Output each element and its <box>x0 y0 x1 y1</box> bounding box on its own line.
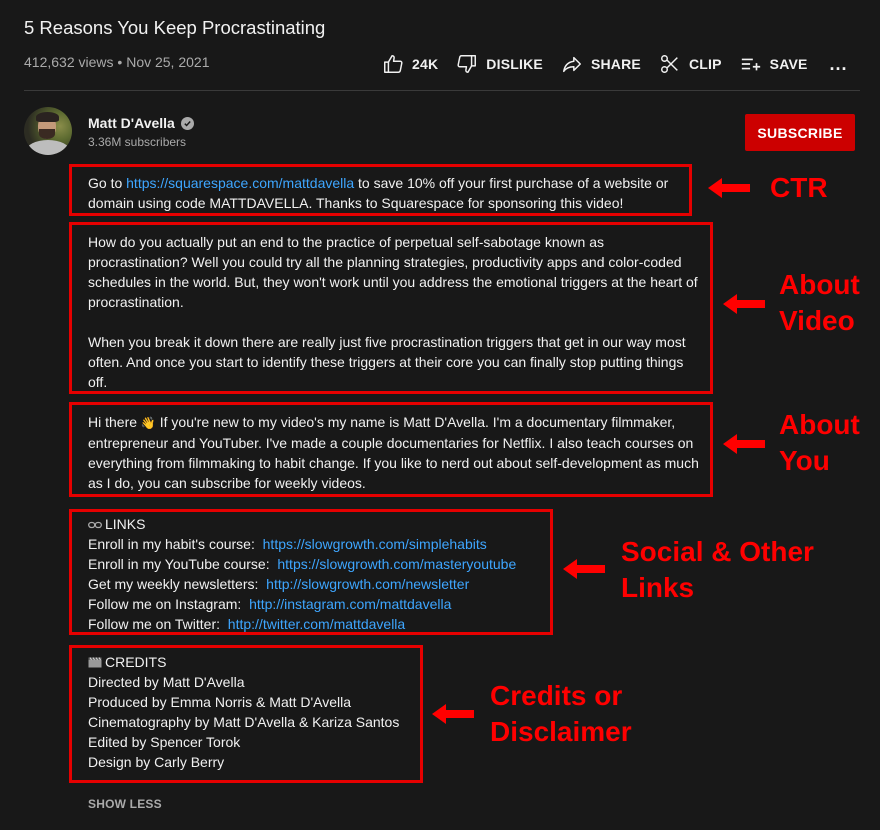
more-actions-button[interactable]: ... <box>830 54 848 75</box>
annotation-line: About <box>779 409 860 440</box>
credit-line: Directed by Matt D'Avella <box>88 674 245 690</box>
ctr-prefix-text: Go to <box>88 175 127 191</box>
show-less-button[interactable]: SHOW LESS <box>88 797 162 811</box>
about-you-text: If you're new to my video's my name is M… <box>88 414 699 491</box>
annotation-arrow-icon <box>708 178 750 198</box>
share-button[interactable]: SHARE <box>561 53 641 75</box>
meta-separator: • <box>117 54 123 70</box>
upload-date: Nov 25, 2021 <box>126 54 210 70</box>
video-meta: 412,632 views • Nov 25, 2021 <box>24 54 210 70</box>
video-title: 5 Reasons You Keep Procrastinating <box>24 17 326 38</box>
dislike-button[interactable]: DISLIKE <box>456 53 543 75</box>
about-video-paragraph-1: How do you actually put an end to the pr… <box>88 234 698 310</box>
annotation-links: Social & Other Links <box>621 534 814 606</box>
clip-button[interactable]: CLIP <box>659 53 722 75</box>
like-button[interactable]: 24K <box>382 53 438 75</box>
annotation-about-video: About Video <box>779 267 860 339</box>
dislike-label: DISLIKE <box>486 56 543 72</box>
channel-avatar[interactable] <box>24 107 72 155</box>
link-url[interactable]: http://instagram.com/mattdavella <box>249 596 451 612</box>
view-count: 412,632 views <box>24 54 114 70</box>
playlist-add-icon <box>741 58 760 71</box>
link-label: Enroll in my YouTube course: <box>88 556 270 572</box>
link-label: Follow me on Twitter: <box>88 616 221 632</box>
links-section: LINKS Enroll in my habit's course: https… <box>69 509 553 635</box>
link-label: Follow me on Instagram: <box>88 596 242 612</box>
subscriber-count: 3.36M subscribers <box>88 135 187 149</box>
subscribe-button[interactable]: SUBSCRIBE <box>745 114 855 151</box>
annotation-line: Social & Other <box>621 536 814 567</box>
share-label: SHARE <box>590 56 641 72</box>
action-bar: 24K DISLIKE SHARE CLIP SAVE ... <box>382 52 848 76</box>
clapperboard-icon <box>88 657 102 668</box>
about-video-paragraph-2: When you break it down there are really … <box>88 334 686 390</box>
greeting-text: Hi there <box>88 414 138 430</box>
annotation-ctr: CTR <box>770 172 828 203</box>
credit-line: Produced by Emma Norris & Matt D'Avella <box>88 694 352 710</box>
annotation-line: About <box>779 269 860 300</box>
link-row: Enroll in my YouTube course: https://slo… <box>88 554 550 574</box>
annotation-line: Credits or <box>490 680 623 711</box>
about-you-section: Hi there 👋 If you're new to my video's m… <box>69 402 713 497</box>
ctr-section: Go to https://squarespace.com/mattdavell… <box>69 164 692 216</box>
link-url[interactable]: https://slowgrowth.com/masteryoutube <box>277 556 516 572</box>
squarespace-link[interactable]: https://squarespace.com/mattdavella <box>126 175 354 191</box>
credits-section: CREDITS Directed by Matt D'Avella Produc… <box>69 645 423 783</box>
annotation-line: Video <box>779 305 855 336</box>
links-heading-text: LINKS <box>105 516 146 532</box>
annotation-arrow-icon <box>563 559 605 579</box>
credits-heading: CREDITS <box>88 652 420 672</box>
annotation-credits: Credits or Disclaimer <box>490 678 632 750</box>
link-row: Follow me on Twitter: http://twitter.com… <box>88 614 550 634</box>
credit-line: Cinematography by Matt D'Avella & Kariza… <box>88 714 400 730</box>
annotation-arrow-icon <box>723 294 765 314</box>
save-label: SAVE <box>769 56 808 72</box>
link-url[interactable]: https://slowgrowth.com/simplehabits <box>263 536 487 552</box>
link-row: Enroll in my habit's course: https://slo… <box>88 534 550 554</box>
link-row: Get my weekly newsletters: http://slowgr… <box>88 574 550 594</box>
link-row: Follow me on Instagram: http://instagram… <box>88 594 550 614</box>
annotation-line: Links <box>621 572 695 603</box>
link-label: Enroll in my habit's course: <box>88 536 255 552</box>
credits-heading-text: CREDITS <box>105 654 167 670</box>
credit-line: Design by Carly Berry <box>88 754 225 770</box>
annotation-line: Disclaimer <box>490 716 632 747</box>
scissors-icon <box>660 55 678 73</box>
annotation-arrow-icon <box>723 434 765 454</box>
channel-name-row: Matt D'Avella <box>88 115 194 131</box>
channel-name[interactable]: Matt D'Avella <box>88 115 175 131</box>
annotation-arrow-icon <box>432 704 474 724</box>
annotation-about-you: About You <box>779 407 860 479</box>
credit-line: Edited by Spencer Torok <box>88 734 241 750</box>
about-video-section: How do you actually put an end to the pr… <box>69 222 713 394</box>
link-url[interactable]: http://slowgrowth.com/newsletter <box>266 576 469 592</box>
links-heading: LINKS <box>88 514 550 534</box>
chain-link-icon <box>88 522 102 529</box>
like-count: 24K <box>412 56 439 72</box>
verified-check-icon <box>180 116 194 130</box>
thumbs-up-icon <box>384 55 403 73</box>
save-button[interactable]: SAVE <box>740 53 808 75</box>
link-url[interactable]: http://twitter.com/mattdavella <box>228 616 405 632</box>
thumbs-down-icon <box>457 55 477 73</box>
clip-label: CLIP <box>688 56 722 72</box>
share-arrow-icon <box>562 56 581 73</box>
annotation-line: You <box>779 445 830 476</box>
divider <box>24 90 860 91</box>
link-label: Get my weekly newsletters: <box>88 576 259 592</box>
waving-hand-icon: 👋 <box>140 416 156 430</box>
